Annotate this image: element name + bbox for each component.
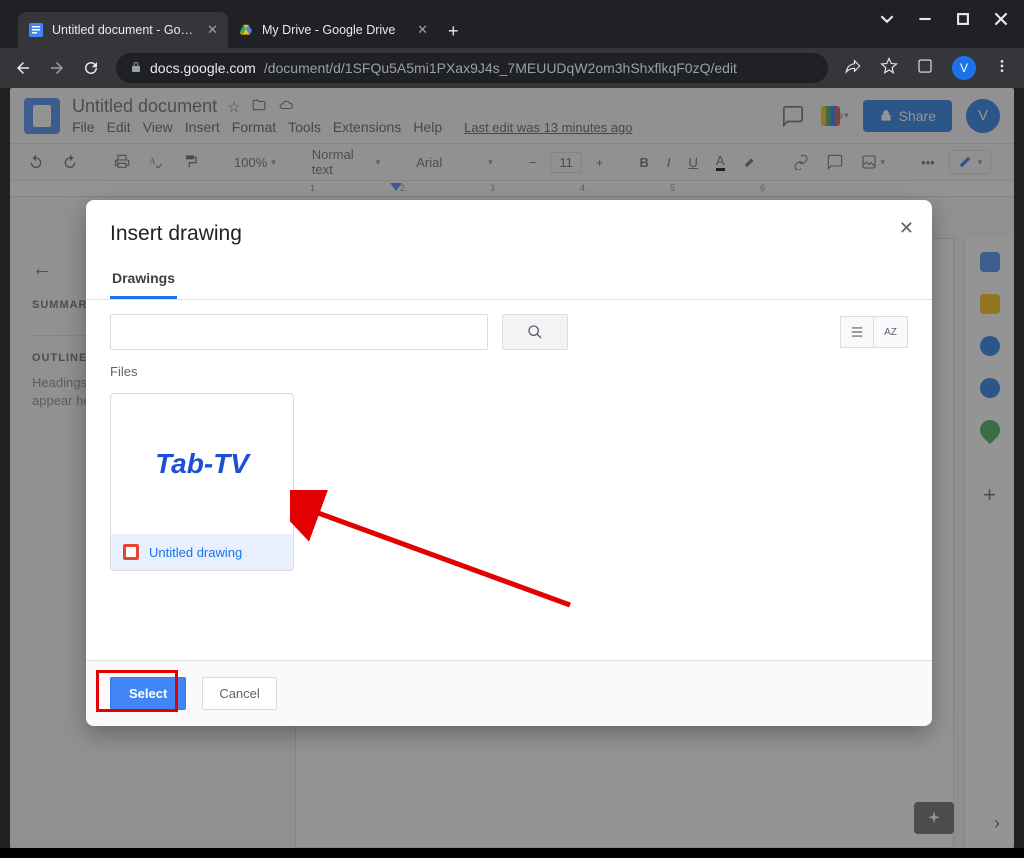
- tab-label: My Drive - Google Drive: [262, 23, 409, 37]
- extensions-icon[interactable]: [916, 57, 934, 80]
- lock-icon: [130, 61, 142, 76]
- modal-title: Insert drawing: [86, 200, 932, 260]
- search-button[interactable]: [502, 314, 568, 350]
- reload-button[interactable]: [82, 59, 100, 77]
- sort-button[interactable]: AZ: [874, 316, 908, 348]
- insert-drawing-modal: Insert drawing ✕ Drawings AZ Files Tab-T…: [86, 200, 932, 726]
- share-page-icon[interactable]: [844, 57, 862, 80]
- drawing-file-name: Untitled drawing: [149, 545, 242, 560]
- forward-button[interactable]: [48, 59, 66, 77]
- browser-address-bar: docs.google.com/document/d/1SFQu5A5mi1PX…: [0, 48, 1024, 88]
- back-button[interactable]: [14, 59, 32, 77]
- drawing-file-card[interactable]: Tab-TV Untitled drawing: [110, 393, 294, 571]
- bookmark-star-icon[interactable]: [880, 57, 898, 80]
- browser-menu-icon[interactable]: [994, 58, 1010, 79]
- search-input[interactable]: [110, 314, 488, 350]
- browser-tab-strip: Untitled document - Google Docs ✕ My Dri…: [0, 0, 1024, 48]
- list-view-button[interactable]: [840, 316, 874, 348]
- drive-favicon-icon: [238, 22, 254, 38]
- tab-label: Untitled document - Google Docs: [52, 23, 199, 37]
- new-tab-button[interactable]: +: [438, 15, 469, 48]
- docs-favicon-icon: [28, 22, 44, 38]
- files-heading: Files: [110, 364, 908, 379]
- close-icon[interactable]: [994, 12, 1008, 26]
- chevron-down-icon[interactable]: [880, 12, 894, 26]
- browser-tab-inactive[interactable]: My Drive - Google Drive ✕: [228, 12, 438, 48]
- maximize-icon[interactable]: [956, 12, 970, 26]
- url-domain: docs.google.com: [150, 60, 256, 76]
- tab-close-icon[interactable]: ✕: [417, 22, 428, 38]
- minimize-icon[interactable]: [918, 12, 932, 26]
- select-button[interactable]: Select: [110, 677, 186, 710]
- url-path: /document/d/1SFQu5A5mi1PXax9J4s_7MEUUDqW…: [264, 60, 737, 76]
- browser-tab-active[interactable]: Untitled document - Google Docs ✕: [18, 12, 228, 48]
- url-input[interactable]: docs.google.com/document/d/1SFQu5A5mi1PX…: [116, 53, 828, 83]
- drawing-file-icon: [123, 544, 139, 560]
- drawing-preview: Tab-TV: [111, 394, 293, 534]
- window-controls: [880, 12, 1008, 26]
- tab-close-icon[interactable]: ✕: [207, 22, 218, 38]
- modal-close-button[interactable]: ✕: [899, 218, 914, 239]
- tab-drawings[interactable]: Drawings: [110, 260, 177, 299]
- profile-avatar[interactable]: V: [952, 56, 976, 80]
- cancel-button[interactable]: Cancel: [202, 677, 276, 710]
